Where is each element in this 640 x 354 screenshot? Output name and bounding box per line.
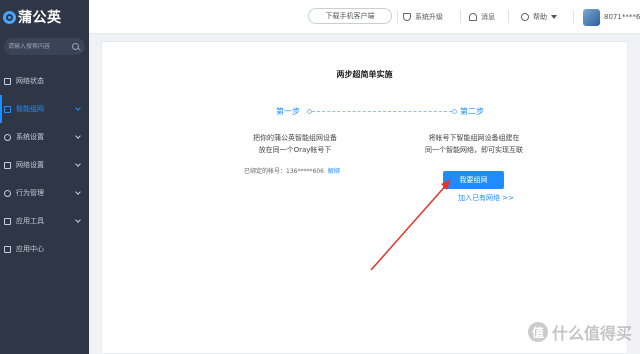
- page-title: 两步超简单实施: [336, 70, 393, 79]
- start-networking-button[interactable]: 我要组网: [443, 171, 504, 189]
- sidebar-item-network-settings[interactable]: 网络设置: [0, 151, 89, 179]
- system-upgrade-button[interactable]: 系统升级: [403, 0, 443, 34]
- help-menu[interactable]: 帮助: [521, 0, 557, 34]
- sidebar-search[interactable]: [4, 38, 85, 55]
- network-icon: [4, 105, 11, 113]
- grid-icon: [4, 245, 11, 253]
- monitor-icon: [4, 77, 11, 85]
- shield-icon: [403, 13, 411, 21]
- join-existing-network-link[interactable]: 加入已有网络 >>: [458, 193, 514, 203]
- unbind-link[interactable]: 解绑: [328, 168, 340, 175]
- chevron-down-icon: [75, 189, 81, 195]
- dandelion-logo-icon: [3, 10, 16, 24]
- divider: [573, 10, 574, 23]
- step1-desc-line: 把你的蒲公英智能组网设备: [253, 134, 337, 142]
- bell-icon: [469, 13, 477, 21]
- bound-account-label: 已绑定的帐号：: [244, 168, 287, 175]
- search-input[interactable]: [8, 43, 68, 50]
- divider: [508, 10, 509, 23]
- sidebar-item-label: 网络状态: [16, 77, 44, 85]
- sidebar-item-app-center[interactable]: 应用中心: [0, 235, 89, 263]
- brand[interactable]: 蒲公英: [0, 0, 89, 34]
- watermark-logo-icon: 值: [527, 322, 548, 342]
- system-upgrade-label: 系统升级: [415, 13, 443, 21]
- step1-description: 把你的蒲公英智能组网设备 放在同一个Oray帐号下: [232, 132, 358, 156]
- timeline-dot: [452, 109, 457, 114]
- sidebar-item-behavior-management[interactable]: 行为管理: [0, 179, 89, 207]
- chevron-down-icon: [75, 105, 81, 111]
- divider: [460, 10, 461, 23]
- sidebar-item-label: 行为管理: [16, 189, 44, 197]
- sidebar-item-network-status[interactable]: 网络状态: [0, 67, 89, 95]
- messages-button[interactable]: 消息: [469, 0, 495, 34]
- avatar[interactable]: [583, 8, 600, 26]
- gear-icon: [4, 133, 11, 141]
- sidebar-item-label: 智能组网: [16, 105, 44, 113]
- sidebar: 蒲公英 网络状态 智能组网 系统设置 网络设置 行为管理 应用工具 应用中心: [0, 0, 89, 354]
- main-content: 两步超简单实施 第一步 第二步 把你的蒲公英智能组网设备 放在同一个Oray帐号…: [89, 34, 640, 354]
- step2-description: 将帐号下智能组网设备组建在 同一个智能网络，即可实现互联: [412, 132, 536, 156]
- step1-label: 第一步: [276, 107, 300, 116]
- toolbox-icon: [4, 217, 11, 225]
- sidebar-item-system-settings[interactable]: 系统设置: [0, 123, 89, 151]
- sidebar-item-label: 应用工具: [16, 217, 44, 225]
- step2-label: 第二步: [460, 107, 484, 116]
- user-icon: [4, 189, 11, 197]
- step2-desc-line: 同一个智能网络，即可实现互联: [425, 146, 523, 154]
- watermark: 值 什么值得买: [527, 320, 632, 344]
- sidebar-item-label: 应用中心: [16, 245, 44, 253]
- timeline-line: [312, 111, 452, 112]
- divider: [397, 10, 398, 23]
- chevron-down-icon: [75, 133, 81, 139]
- step1-desc-line: 放在同一个Oray帐号下: [258, 146, 332, 154]
- help-label: 帮助: [533, 13, 547, 21]
- brand-name: 蒲公英: [18, 10, 62, 26]
- sidebar-item-label: 系统设置: [16, 133, 44, 141]
- sidebar-item-app-tools[interactable]: 应用工具: [0, 207, 89, 235]
- help-icon: [521, 13, 529, 21]
- caret-down-icon: [551, 15, 557, 19]
- chevron-down-icon: [75, 161, 81, 167]
- sidebar-item-smart-networking[interactable]: 智能组网: [0, 95, 89, 123]
- chevron-down-icon: [75, 217, 81, 223]
- step2-desc-line: 将帐号下智能组网设备组建在: [428, 134, 520, 142]
- account-menu[interactable]: 8071****6: [583, 0, 640, 34]
- bound-account-value: 136*****606: [286, 168, 324, 175]
- bound-account-row: 已绑定的帐号：136*****606 解绑: [244, 166, 340, 175]
- search-icon[interactable]: [72, 43, 79, 50]
- messages-label: 消息: [481, 13, 495, 21]
- topbar: 下载手机客户端 系统升级 消息 帮助 8071****6: [89, 0, 640, 34]
- sidebar-item-label: 网络设置: [16, 161, 44, 169]
- download-client-button[interactable]: 下载手机客户端: [308, 8, 392, 24]
- watermark-text: 什么值得买: [551, 324, 632, 343]
- account-name: 8071****6: [604, 13, 640, 21]
- globe-icon: [4, 161, 11, 169]
- setup-card: 两步超简单实施 第一步 第二步 把你的蒲公英智能组网设备 放在同一个Oray帐号…: [101, 41, 628, 354]
